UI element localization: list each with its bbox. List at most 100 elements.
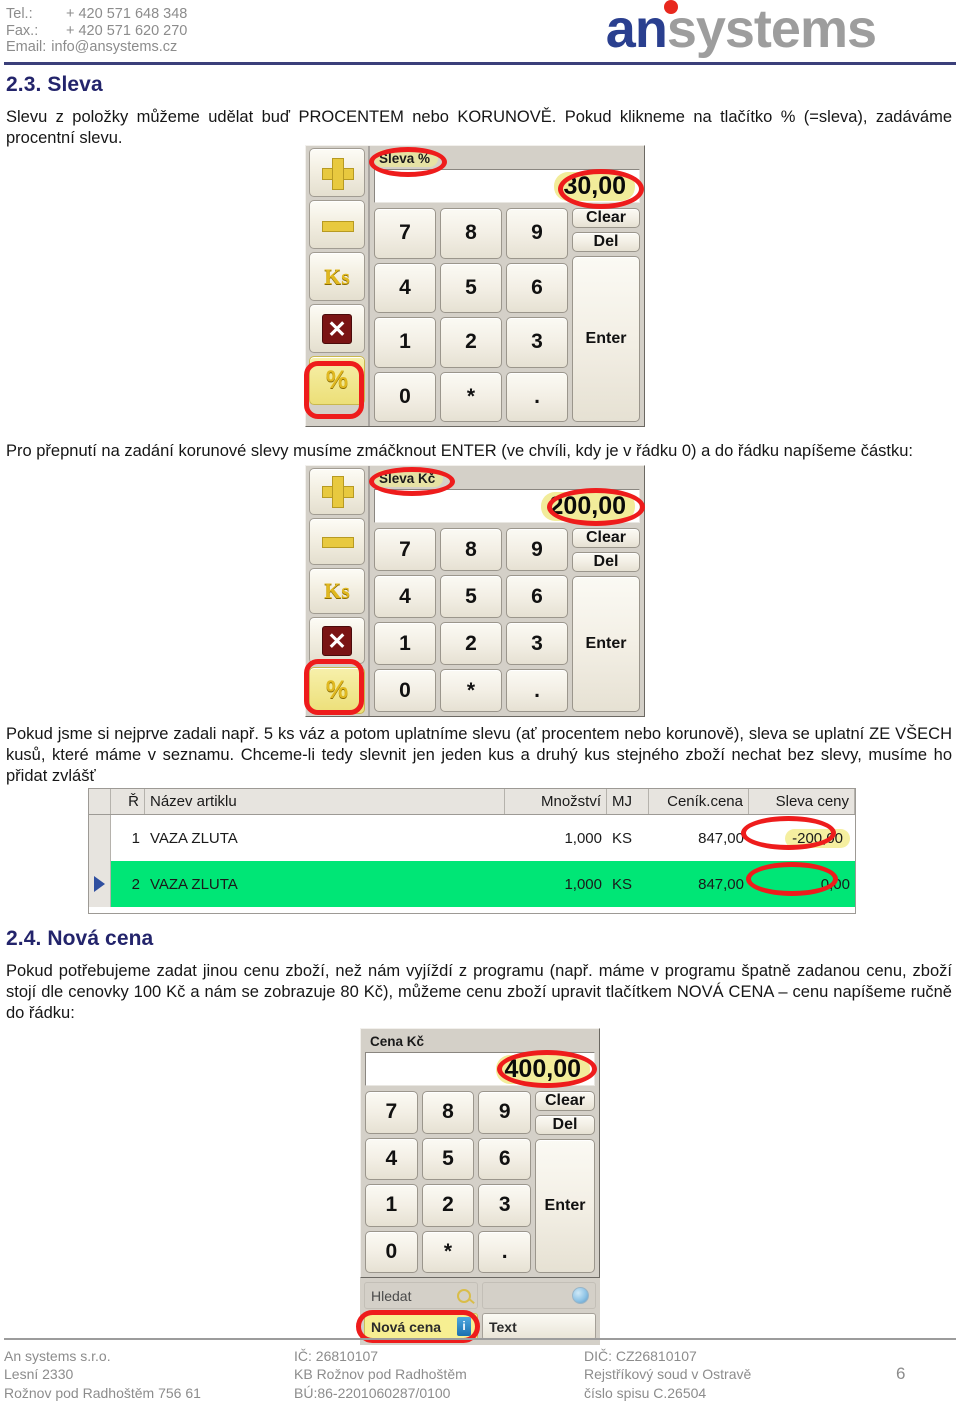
key-8[interactable]: 8 xyxy=(440,528,502,571)
column-header-nazev-artiklu[interactable]: Název artiklu xyxy=(145,789,505,814)
new-price-button[interactable]: Nová cena i xyxy=(364,1313,478,1340)
keypad-price: Cena Kč 400,00 7 8 9 4 5 6 1 2 3 0 * . C… xyxy=(360,1028,600,1278)
keypad-display-value: 200,00 xyxy=(540,491,635,521)
key-0[interactable]: 0 xyxy=(374,371,436,422)
footer-company-column: An systems s.r.o. Lesní 2330 Rožnov pod … xyxy=(4,1347,294,1403)
key-asterisk[interactable]: * xyxy=(440,669,502,712)
clear-button[interactable]: Clear xyxy=(572,208,640,228)
logo-wordmark: ansystems xyxy=(606,0,877,56)
column-header-radek[interactable]: Ř xyxy=(111,789,145,814)
key-5[interactable]: 5 xyxy=(440,262,502,313)
key-9[interactable]: 9 xyxy=(478,1091,531,1134)
key-7[interactable]: 7 xyxy=(374,208,436,259)
keypad-action-column: Clear Del Enter xyxy=(572,528,640,712)
key-3[interactable]: 3 xyxy=(478,1184,531,1227)
key-7[interactable]: 7 xyxy=(374,528,436,571)
keypad-display-value: 400,00 xyxy=(495,1054,590,1084)
footer-divider xyxy=(4,1337,956,1340)
footer-file-number: číslo spisu C.26504 xyxy=(584,1384,707,1401)
column-header-mnozstvi[interactable]: Množství xyxy=(505,789,607,814)
footer-bank-account: BÚ:86-2201060287/0100 xyxy=(294,1384,451,1401)
key-4[interactable]: 4 xyxy=(374,262,436,313)
key-1[interactable]: 1 xyxy=(365,1184,418,1227)
enter-button[interactable]: Enter xyxy=(572,256,640,422)
search-icon xyxy=(457,1288,471,1303)
search-button[interactable]: Hledat xyxy=(364,1282,478,1309)
keypad-title-label: Sleva % xyxy=(374,150,439,167)
key-5[interactable]: 5 xyxy=(421,1137,475,1180)
paragraph-nova-cena: Pokud potřebujeme zadat jinou cenu zboží… xyxy=(6,962,952,1022)
key-7[interactable]: 7 xyxy=(365,1091,418,1134)
column-header-sleva-ceny[interactable]: Sleva ceny xyxy=(749,789,855,814)
key-0[interactable]: 0 xyxy=(365,1230,418,1273)
table-row[interactable]: 1 VAZA ZLUTA 1,000 KS 847,00 -200,00 xyxy=(89,815,855,861)
key-9[interactable]: 9 xyxy=(506,208,568,259)
plus-button[interactable] xyxy=(309,148,365,197)
key-2[interactable]: 2 xyxy=(440,317,502,368)
keypad-display[interactable]: 400,00 xyxy=(365,1052,595,1086)
percent-button[interactable]: % xyxy=(309,667,365,714)
clear-button[interactable]: Clear xyxy=(572,528,640,548)
keypad-display-value: 30,00 xyxy=(554,171,635,201)
plus-button[interactable] xyxy=(309,468,365,515)
cell-radek: 2 xyxy=(131,875,140,893)
cell-sleva-ceny: 0,00 xyxy=(820,875,850,893)
key-1[interactable]: 1 xyxy=(374,317,436,368)
key-3[interactable]: 3 xyxy=(506,317,568,368)
cell-mj: KS xyxy=(612,829,633,847)
key-1[interactable]: 1 xyxy=(374,622,436,665)
key-asterisk[interactable]: * xyxy=(440,371,502,422)
key-2[interactable]: 2 xyxy=(440,622,502,665)
delete-button[interactable]: ✕ xyxy=(309,304,365,353)
page-footer: An systems s.r.o. Lesní 2330 Rožnov pod … xyxy=(0,1337,960,1403)
cell-mj: KS xyxy=(612,875,633,893)
globe-button[interactable] xyxy=(482,1282,596,1309)
footer-court: Rejstříkový soud v Ostravě xyxy=(584,1366,752,1382)
key-8[interactable]: 8 xyxy=(440,208,502,259)
key-decimal-point[interactable]: . xyxy=(478,1230,531,1273)
keypad-titlebar: Sleva Kč xyxy=(374,469,640,488)
key-4[interactable]: 4 xyxy=(365,1137,418,1180)
cell-mnozstvi: 1,000 xyxy=(564,875,602,893)
contact-label-tel: Tel.: xyxy=(6,6,33,22)
screenshot-keypad-percent: Ks ✕ % Sleva % 30,00 7 8 9 4 5 6 1 2 3 0… xyxy=(304,145,645,427)
footer-company-name: An systems s.r.o. xyxy=(4,1347,111,1364)
del-button[interactable]: Del xyxy=(535,1115,595,1135)
key-9[interactable]: 9 xyxy=(506,528,568,571)
ks-button[interactable]: Ks xyxy=(309,252,365,301)
key-0[interactable]: 0 xyxy=(374,669,436,712)
enter-button[interactable]: Enter xyxy=(535,1139,595,1273)
ansystems-logo: ansystems xyxy=(606,0,877,56)
key-asterisk[interactable]: * xyxy=(421,1230,475,1273)
key-6[interactable]: 6 xyxy=(506,262,568,313)
column-header-mj[interactable]: MJ xyxy=(607,789,649,814)
key-decimal-point[interactable]: . xyxy=(506,371,568,422)
key-4[interactable]: 4 xyxy=(374,575,436,618)
text-button[interactable]: Text xyxy=(482,1313,596,1340)
key-8[interactable]: 8 xyxy=(421,1091,475,1134)
footer-company-city: Rožnov pod Radhoštěm 756 61 xyxy=(4,1384,201,1401)
enter-button[interactable]: Enter xyxy=(572,576,640,712)
delete-button[interactable]: ✕ xyxy=(309,617,365,665)
key-3[interactable]: 3 xyxy=(506,622,568,665)
close-icon: ✕ xyxy=(322,625,352,656)
del-button[interactable]: Del xyxy=(572,552,640,572)
percent-button[interactable]: % xyxy=(309,356,365,405)
key-6[interactable]: 6 xyxy=(478,1137,531,1180)
keypad-display[interactable]: 200,00 xyxy=(374,489,640,523)
ks-button[interactable]: Ks xyxy=(309,567,365,615)
minus-button[interactable] xyxy=(309,200,365,249)
column-header-cenik-cena[interactable]: Ceník.cena xyxy=(649,789,749,814)
keypad-display[interactable]: 30,00 xyxy=(374,169,640,203)
keypad-main-area: Sleva % 30,00 7 8 9 4 5 6 1 2 3 0 * . Cl… xyxy=(370,146,644,426)
del-button[interactable]: Del xyxy=(572,232,640,252)
key-decimal-point[interactable]: . xyxy=(506,669,568,712)
key-2[interactable]: 2 xyxy=(421,1184,475,1227)
footer-registry-column: DIČ: CZ26810107 Rejstříkový soud v Ostra… xyxy=(584,1347,896,1403)
keypad-percent: Ks ✕ % Sleva % 30,00 7 8 9 4 5 6 1 2 3 0… xyxy=(305,145,645,427)
minus-button[interactable] xyxy=(309,517,365,565)
key-6[interactable]: 6 xyxy=(506,575,568,618)
key-5[interactable]: 5 xyxy=(440,575,502,618)
clear-button[interactable]: Clear xyxy=(535,1091,595,1111)
table-row[interactable]: 2 VAZA ZLUTA 1,000 KS 847,00 0,00 xyxy=(89,861,855,907)
